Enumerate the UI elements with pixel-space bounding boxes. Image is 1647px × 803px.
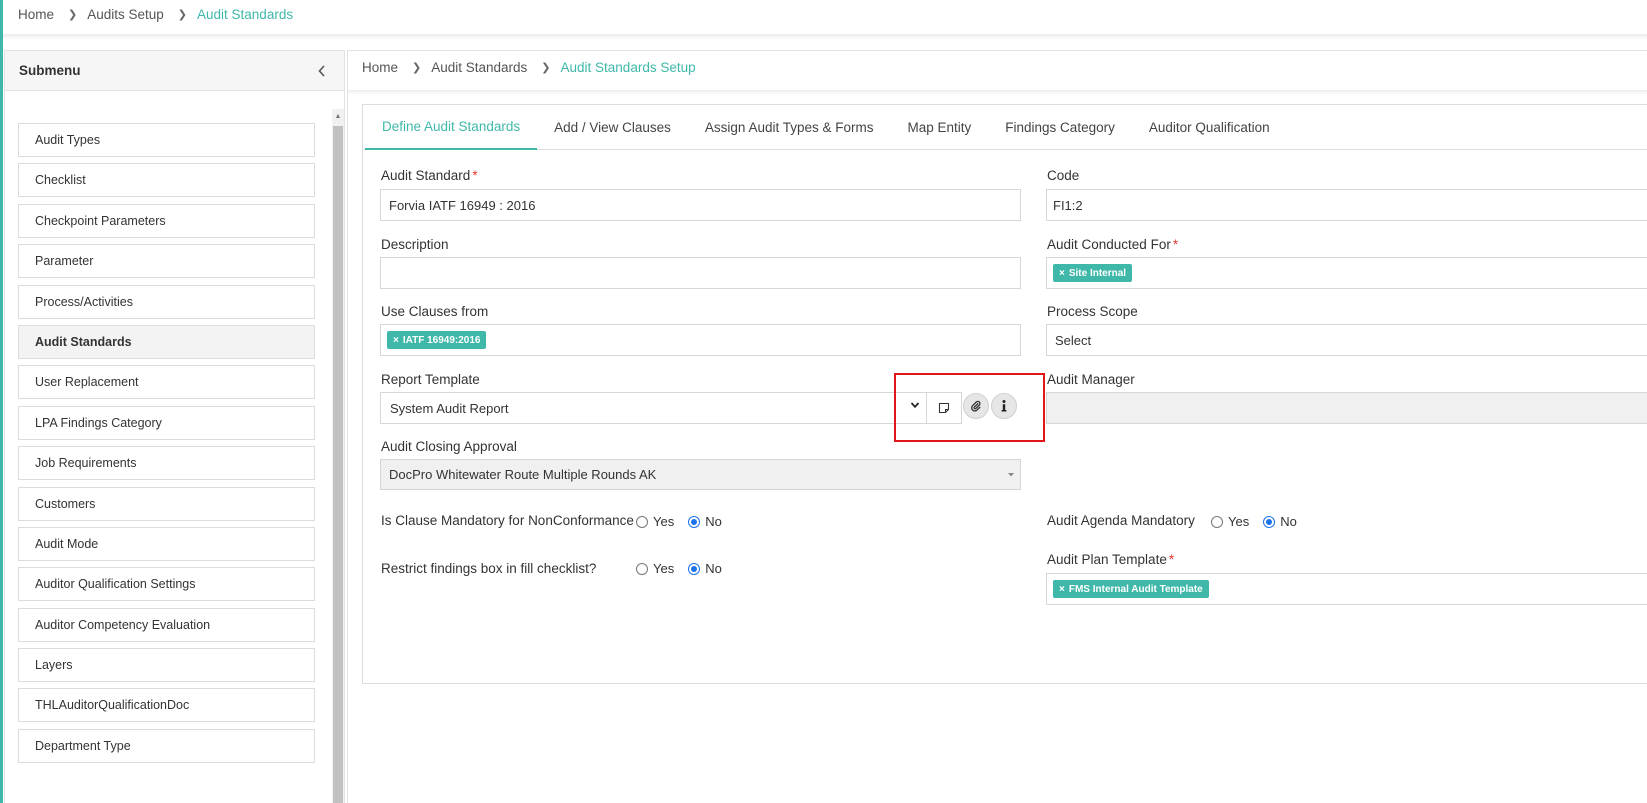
tab-add-view-clauses[interactable]: Add / View Clauses [537,105,688,150]
process-scope-select[interactable]: Select [1046,324,1647,356]
code-input[interactable]: FI1:2 [1046,189,1647,221]
highlight-annotation-box [894,373,1045,442]
sidebar-item-thl-auditor-qualification-doc[interactable]: THLAuditorQualificationDoc [18,688,315,723]
audit-agenda-no-option[interactable]: No [1263,514,1297,529]
restrict-findings-label: Restrict findings box in fill checklist? [381,561,597,576]
selected-tag: × FMS Internal Audit Template [1053,580,1209,598]
clause-mandatory-label: Is Clause Mandatory for NonConformance [381,513,634,528]
main-panel: Home ❯ Audit Standards ❯ Audit Standards… [347,50,1647,803]
sidebar-item-audit-standards[interactable]: Audit Standards [18,324,315,359]
top-breadcrumb: Home ❯ Audits Setup ❯ Audit Standards [18,5,293,23]
required-marker: * [1172,237,1179,252]
required-marker: * [472,168,478,183]
remove-tag-icon[interactable]: × [1059,584,1065,595]
tab-findings-category[interactable]: Findings Category [988,105,1132,150]
radio-no[interactable] [1263,515,1276,528]
tab-bar: Define Audit Standards Add / View Clause… [363,105,1647,150]
radio-yes[interactable] [636,515,648,528]
tab-define-audit-standards[interactable]: Define Audit Standards [365,105,538,150]
sidebar-item-checklist[interactable]: Checklist [18,163,315,198]
audit-closing-approval-select[interactable]: DocPro Whitewater Route Multiple Rounds … [380,459,1021,490]
description-input[interactable] [380,257,1021,289]
process-scope-label: Process Scope [1047,304,1138,319]
audit-conducted-for-label: Audit Conducted For * [1047,237,1179,252]
submenu-title: Submenu [19,63,81,78]
sidebar-item-parameter[interactable]: Parameter [18,244,315,279]
audit-agenda-mandatory-label: Audit Agenda Mandatory [1047,513,1195,528]
scroll-up-arrow-icon[interactable]: ▲ [332,109,344,123]
breadcrumb-home[interactable]: Home [18,7,54,22]
sidebar-item-user-replacement[interactable]: User Replacement [18,365,315,400]
sidebar-item-audit-types[interactable]: Audit Types [18,123,315,157]
chevron-right-icon: ❯ [541,62,551,74]
description-label: Description [381,237,449,252]
chevron-left-icon[interactable] [314,63,330,79]
sidebar-item-auditor-qualification-settings[interactable]: Auditor Qualification Settings [18,567,315,602]
tab-map-entity[interactable]: Map Entity [891,105,989,150]
submenu-sidebar: Submenu Audit Types Checklist Checkpoint… [4,50,345,803]
code-label: Code [1047,168,1080,183]
audit-agenda-yes-option[interactable]: Yes [1211,514,1249,529]
chevron-right-icon: ❯ [68,8,78,21]
use-clauses-from-multiselect[interactable]: × IATF 16949:2016 [380,324,1021,356]
audit-manager-label: Audit Manager [1047,372,1135,387]
left-accent-line [0,0,3,803]
submenu-header: Submenu [5,51,344,91]
selected-tag: × Site Internal [1053,264,1133,282]
report-template-label: Report Template [381,372,480,387]
submenu-list: Audit Types Checklist Checkpoint Paramet… [18,123,315,769]
restrict-findings-yes-option[interactable]: Yes [636,561,674,576]
audit-agenda-mandatory-radio-group: Yes No [1211,514,1311,529]
main-breadcrumb: Home ❯ Audit Standards ❯ Audit Standards… [362,60,696,75]
chevron-right-icon: ❯ [412,62,422,74]
required-marker: * [1168,552,1175,567]
main-header-divider [348,90,1647,95]
audit-standard-input[interactable]: Forvia IATF 16949 : 2016 [380,189,1021,221]
restrict-findings-radio-group: Yes No [636,561,736,576]
audit-plan-template-multiselect[interactable]: × FMS Internal Audit Template [1046,573,1647,605]
breadcrumb-audit-standards-setup: Audit Standards Setup [560,60,696,75]
breadcrumb-audit-standards[interactable]: Audit Standards [431,60,527,75]
sidebar-scrollbar-thumb[interactable] [333,126,343,803]
breadcrumb-audits-setup[interactable]: Audits Setup [87,7,164,22]
sidebar-item-layers[interactable]: Layers [18,648,315,683]
remove-tag-icon[interactable]: × [1059,268,1065,279]
audit-conducted-for-multiselect[interactable]: × Site Internal [1046,257,1647,289]
sidebar-item-department-type[interactable]: Department Type [18,728,315,763]
remove-tag-icon[interactable]: × [393,335,399,346]
audit-manager-input [1046,392,1647,424]
audit-plan-template-label: Audit Plan Template * [1047,552,1175,567]
audit-closing-approval-label: Audit Closing Approval [381,439,517,454]
clause-mandatory-no-option[interactable]: No [688,514,722,529]
radio-no[interactable] [688,515,701,528]
chevron-right-icon: ❯ [177,8,188,21]
header-divider [3,34,1647,40]
tab-auditor-qualification[interactable]: Auditor Qualification [1132,105,1287,150]
radio-yes[interactable] [636,562,648,575]
sidebar-item-checkpoint-parameters[interactable]: Checkpoint Parameters [18,203,315,238]
breadcrumb-home[interactable]: Home [362,60,398,75]
breadcrumb-audit-standards: Audit Standards [197,6,294,22]
sidebar-item-audit-mode[interactable]: Audit Mode [18,526,315,561]
restrict-findings-no-option[interactable]: No [688,561,722,576]
caret-down-icon[interactable] [1007,469,1015,481]
report-template-select[interactable]: System Audit Report [380,392,927,424]
audit-standard-form-card: Define Audit Standards Add / View Clause… [362,104,1647,684]
clause-mandatory-yes-option[interactable]: Yes [636,514,674,529]
use-clauses-from-label: Use Clauses from [381,304,489,319]
sidebar-item-customers[interactable]: Customers [18,486,315,521]
tab-assign-audit-types-forms[interactable]: Assign Audit Types & Forms [688,105,891,150]
radio-no[interactable] [688,562,701,575]
clause-mandatory-radio-group: Yes No [636,514,736,529]
selected-tag: × IATF 16949:2016 [387,331,487,349]
audit-standard-label: Audit Standard * [381,168,478,183]
sidebar-item-process-activities[interactable]: Process/Activities [18,284,315,319]
radio-yes[interactable] [1211,515,1223,528]
sidebar-item-lpa-findings-category[interactable]: LPA Findings Category [18,405,315,440]
sidebar-item-auditor-competency-evaluation[interactable]: Auditor Competency Evaluation [18,607,315,642]
sidebar-item-job-requirements[interactable]: Job Requirements [18,446,315,481]
